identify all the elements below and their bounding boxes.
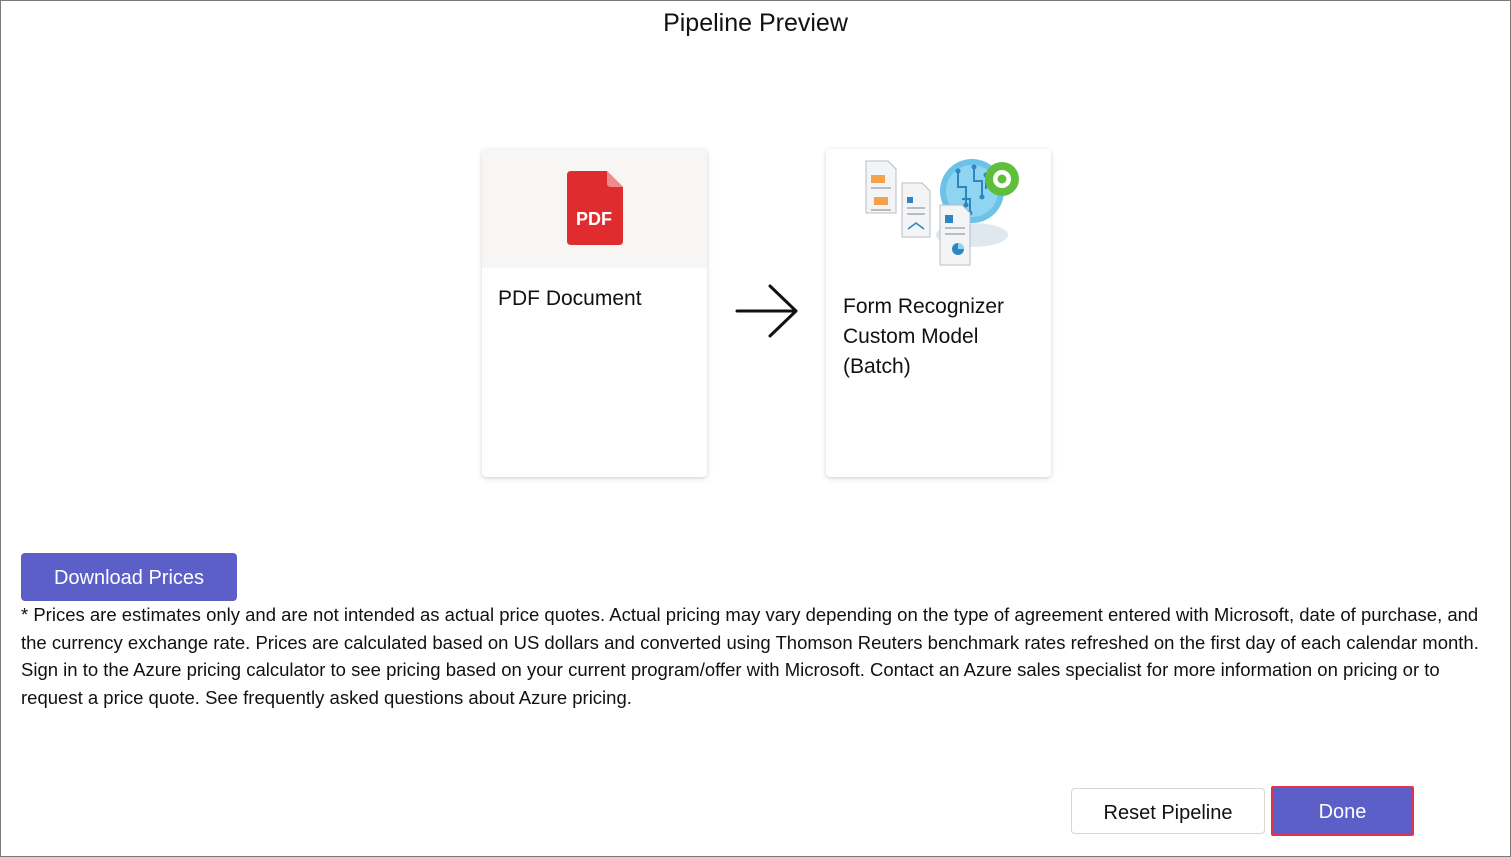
pipeline-preview-dialog: Pipeline Preview PDF PDF Document Form R… (0, 0, 1511, 857)
pricing-disclaimer: * Prices are estimates only and are not … (21, 604, 1479, 708)
done-button[interactable]: Done (1271, 786, 1414, 836)
pipeline-step-pdf-document[interactable]: PDF PDF Document (482, 149, 707, 477)
arrow-right-icon (735, 284, 798, 338)
form-recognizer-icon (865, 159, 1019, 266)
dialog-title: Pipeline Preview (663, 9, 848, 37)
pdf-file-icon: PDF (567, 171, 623, 245)
download-prices-button[interactable]: Download Prices (21, 553, 237, 601)
step-label: PDF Document (498, 287, 642, 310)
pdf-icon-text: PDF (576, 209, 612, 229)
pipeline-step-form-recognizer[interactable]: Form Recognizer Custom Model (Batch) (826, 149, 1051, 477)
reset-pipeline-button[interactable]: Reset Pipeline (1071, 788, 1265, 834)
step-label: Form Recognizer Custom Model (Batch) (843, 295, 1005, 378)
card-media (826, 149, 1051, 274)
card-media: PDF (482, 149, 707, 268)
